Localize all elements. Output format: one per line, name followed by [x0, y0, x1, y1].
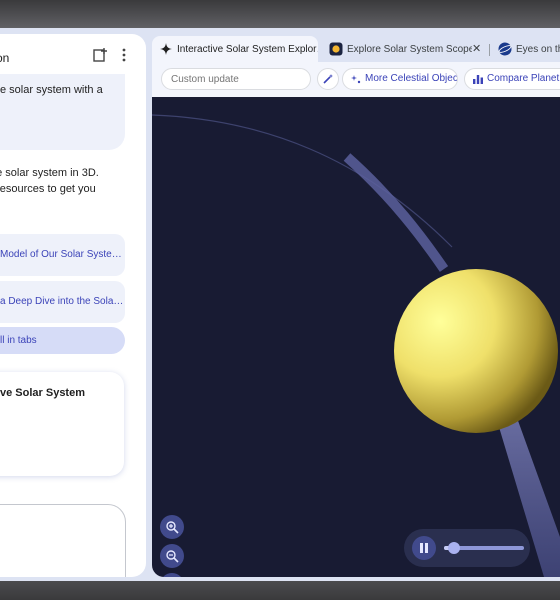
more-celestial-objects-chip[interactable]: More Celestial Objects: [342, 68, 458, 90]
planet-sphere: [394, 269, 558, 433]
link-card-label: a Deep Dive into the Sola…: [0, 296, 124, 307]
tab-label: Explore Solar System Scope -: [347, 44, 472, 55]
pause-icon: [425, 543, 428, 553]
user-message-bubble: e solar system with a: [0, 74, 125, 150]
canvas-toolbar: More Celestial Objects Compare Planet St…: [152, 62, 560, 97]
link-card-label: Model of Our Solar Syste…: [0, 249, 122, 260]
open-all-in-tabs-label: ll in tabs: [0, 335, 37, 346]
gemini-side-panel: on e solar system with a he solar system…: [0, 34, 146, 577]
chip-label: Compare Planet Sta: [487, 73, 560, 84]
link-card[interactable]: Model of Our Solar Syste…: [0, 234, 125, 276]
bar-chart-icon: [473, 75, 483, 84]
more-vert-icon[interactable]: [116, 47, 132, 63]
canvas-card-title: ve Solar System: [0, 387, 85, 399]
zoom-out-button[interactable]: [160, 544, 184, 568]
pause-icon: [420, 543, 423, 553]
tab-label: Interactive Solar System Explor…: [177, 44, 318, 55]
solar-system-scope-icon: [329, 42, 343, 56]
tab-separator: [489, 44, 490, 56]
zoom-in-icon: [166, 521, 179, 534]
tab-interactive-solar-system[interactable]: Interactive Solar System Explor…: [152, 36, 318, 62]
slider-thumb[interactable]: [447, 542, 460, 554]
solar-system-3d-viewport[interactable]: [152, 97, 560, 577]
open-all-in-tabs-button[interactable]: ll in tabs: [0, 327, 125, 354]
user-message-text: e solar system with a: [0, 84, 103, 96]
side-panel-header: on: [0, 34, 146, 74]
zoom-out-icon: [166, 550, 179, 563]
tab-close-icon[interactable]: ✕: [472, 42, 481, 55]
browser-window: on e solar system with a he solar system…: [0, 28, 560, 581]
stars-icon: [351, 75, 361, 84]
tab-label: Eyes on the: [516, 44, 560, 55]
scene-canvas: [152, 114, 560, 577]
orbit-path: [343, 153, 449, 272]
tab-eyes-on-the[interactable]: Eyes on the: [491, 36, 560, 62]
canvas-card[interactable]: ve Solar System: [0, 372, 124, 476]
tab-strip: Interactive Solar System Explor… Explore…: [152, 34, 560, 62]
speed-slider[interactable]: [444, 542, 524, 554]
compare-planet-stats-chip[interactable]: Compare Planet Sta: [464, 68, 560, 90]
side-panel-title: on: [0, 51, 10, 65]
reply-line: t resources to get you: [0, 183, 96, 195]
tab-solar-system-scope[interactable]: Explore Solar System Scope -: [322, 36, 472, 62]
magic-wand-button[interactable]: [317, 68, 339, 90]
sparkle-icon: [160, 43, 172, 55]
playback-controls: [404, 529, 530, 567]
chip-label: More Celestial Objects: [365, 73, 458, 84]
magic-wand-icon: [323, 74, 333, 84]
custom-update-input[interactable]: [161, 68, 311, 90]
prompt-input-box[interactable]: [0, 504, 126, 577]
zoom-in-button[interactable]: [160, 515, 184, 539]
pause-button[interactable]: [412, 536, 436, 560]
link-card[interactable]: a Deep Dive into the Sola…: [0, 281, 125, 323]
new-chat-icon[interactable]: [92, 47, 108, 63]
reply-line: he solar system in 3D.: [0, 167, 99, 179]
nasa-eyes-icon: [498, 42, 512, 56]
assistant-reply: he solar system in 3D. t resources to ge…: [0, 165, 140, 197]
